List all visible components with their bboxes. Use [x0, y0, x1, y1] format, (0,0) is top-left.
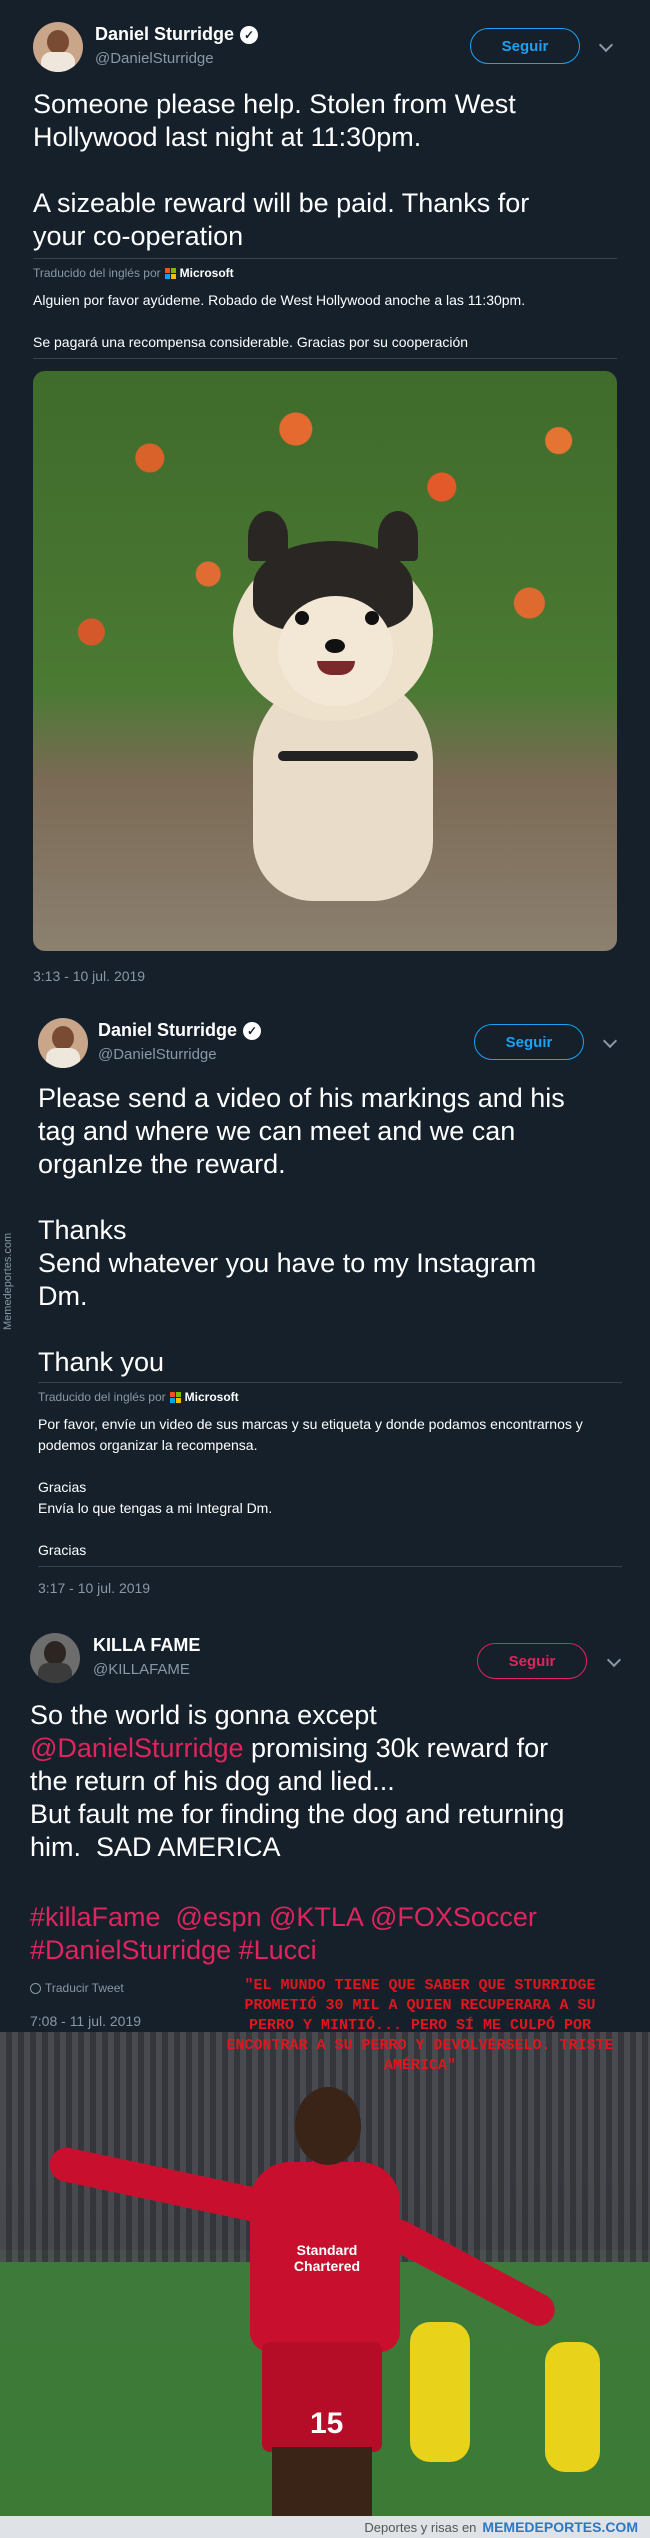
- hashtags[interactable]: #killaFame @espn @KTLA @FOXSoccer #Danie…: [30, 1901, 630, 1967]
- translator-name: Microsoft: [184, 1390, 239, 1404]
- translate-label: Traducir Tweet: [45, 1981, 124, 1995]
- verified-icon: ✓: [243, 1021, 262, 1040]
- user-name[interactable]: KILLA FAME: [93, 1635, 200, 1656]
- divider: [38, 1566, 622, 1567]
- chevron-down-icon[interactable]: [606, 1652, 622, 1668]
- translation-text: Por favor, envíe un video de sus marcas …: [38, 1416, 583, 1558]
- footer-banner: Deportes y risas en MEMEDEPORTES.COM: [0, 2516, 650, 2538]
- chevron-down-icon[interactable]: [598, 37, 614, 53]
- follow-button[interactable]: Seguir: [470, 28, 580, 64]
- footer-brand[interactable]: MEMEDEPORTES.COM: [482, 2519, 638, 2535]
- hashtag-links[interactable]: #killaFame @espn @KTLA @FOXSoccer #Danie…: [30, 1902, 537, 1965]
- timestamp[interactable]: 7:08 - 11 jul. 2019: [30, 2013, 141, 2029]
- globe-icon: [30, 1982, 41, 1994]
- tweet-text: Someone please help. Stolen from West Ho…: [33, 89, 530, 251]
- translator-name: Microsoft: [179, 266, 234, 280]
- meme-caption: "El mundo tiene que saber que Sturridge …: [226, 1977, 614, 2074]
- follow-button[interactable]: Seguir: [474, 1024, 584, 1060]
- divider: [38, 1382, 622, 1383]
- avatar[interactable]: [30, 1633, 80, 1683]
- translated-by: Traducido del inglés por: [33, 266, 161, 280]
- avatar[interactable]: [38, 1018, 88, 1068]
- user-handle[interactable]: @DanielSturridge: [95, 50, 214, 67]
- translate-tweet-link[interactable]: Traducir Tweet: [30, 1981, 124, 1995]
- user-handle[interactable]: @DanielSturridge: [98, 1046, 217, 1063]
- microsoft-logo-icon: [169, 1391, 181, 1403]
- translation-label: Traducido del inglés por Microsoft: [33, 266, 234, 280]
- timestamp[interactable]: 3:17 - 10 jul. 2019: [38, 1580, 150, 1596]
- microsoft-logo-icon: [164, 267, 176, 279]
- tweet-text-a: So the world is gonna except: [30, 1700, 377, 1730]
- dog-photo[interactable]: [33, 371, 617, 951]
- divider: [33, 358, 617, 359]
- footballer-photo: Standard Chartered 15: [0, 2032, 650, 2516]
- divider: [33, 258, 617, 259]
- verified-icon: ✓: [240, 25, 259, 44]
- shirt-number: 15: [310, 2407, 344, 2440]
- translation-label: Traducido del inglés por Microsoft: [38, 1390, 239, 1404]
- name-text: Daniel Sturridge: [95, 24, 235, 44]
- follow-button[interactable]: Seguir: [477, 1643, 587, 1679]
- mention-link[interactable]: @DanielSturridge: [30, 1733, 244, 1763]
- name-text: KILLA FAME: [93, 1635, 201, 1655]
- tweet-2: Daniel Sturridge ✓ @DanielSturridge Segu…: [0, 1000, 650, 1605]
- tweet-1: Daniel Sturridge ✓ @DanielSturridge Segu…: [0, 0, 650, 1000]
- user-handle[interactable]: @KILLAFAME: [93, 1661, 190, 1678]
- tweet-text: So the world is gonna except @DanielStur…: [30, 1699, 630, 1864]
- avatar[interactable]: [33, 22, 83, 72]
- tweet-3: KILLA FAME @KILLAFAME Seguir So the worl…: [0, 1605, 650, 2035]
- user-name[interactable]: Daniel Sturridge ✓: [95, 24, 259, 45]
- shirt-sponsor: Standard Chartered: [293, 2242, 361, 2274]
- watermark-text: Memedeportes.com: [2, 1232, 14, 1330]
- tweet-text: Please send a video of his markings and …: [38, 1083, 565, 1377]
- footer-tagline: Deportes y risas en: [364, 2519, 477, 2535]
- translated-by: Traducido del inglés por: [38, 1390, 166, 1404]
- name-text: Daniel Sturridge: [98, 1020, 238, 1040]
- translation-text: Alguien por favor ayúdeme. Robado de Wes…: [33, 292, 526, 350]
- site-watermark: Memedeportes.com: [0, 1180, 20, 1340]
- chevron-down-icon[interactable]: [602, 1033, 618, 1049]
- timestamp[interactable]: 3:13 - 10 jul. 2019: [33, 968, 145, 984]
- user-name[interactable]: Daniel Sturridge ✓: [98, 1020, 262, 1041]
